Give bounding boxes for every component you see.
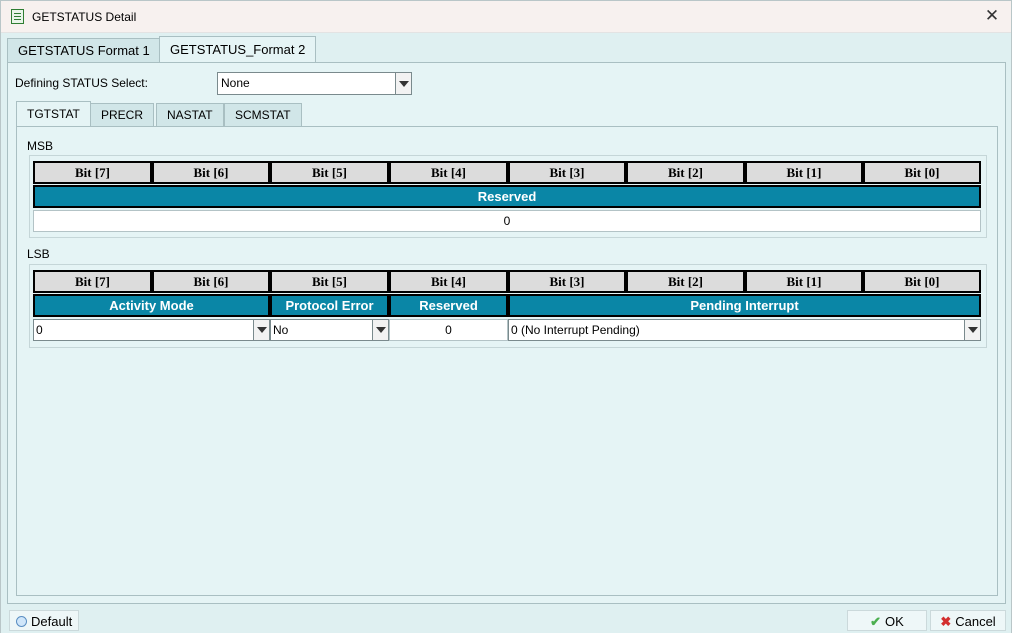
ok-button[interactable]: ✔ OK — [847, 610, 927, 631]
msb-reserved-field: Reserved — [33, 185, 981, 208]
lsb-bit-2: Bit [2] — [626, 270, 745, 293]
title-bar: GETSTATUS Detail ✕ — [1, 1, 1011, 33]
activity-mode-value: 0 — [36, 323, 43, 337]
tab-precr[interactable]: PRECR — [90, 103, 155, 126]
pending-interrupt-value: 0 (No Interrupt Pending) — [511, 323, 640, 337]
chevron-down-icon[interactable] — [964, 320, 980, 340]
close-icon[interactable]: ✕ — [981, 5, 1003, 27]
document-icon — [11, 9, 24, 24]
tab-scmstat[interactable]: SCMSTAT — [224, 103, 302, 126]
activity-mode-field: Activity Mode — [33, 294, 270, 317]
lsb-bit-1: Bit [1] — [745, 270, 863, 293]
msb-label: MSB — [27, 139, 54, 153]
ok-label: OK — [885, 614, 904, 629]
msb-bit-0: Bit [0] — [863, 161, 981, 184]
cancel-button[interactable]: ✖ Cancel — [930, 610, 1006, 631]
lsb-bit-0: Bit [0] — [863, 270, 981, 293]
lsb-bit-4: Bit [4] — [389, 270, 508, 293]
activity-mode-select[interactable]: 0 — [33, 319, 270, 341]
msb-bit-4: Bit [4] — [389, 161, 508, 184]
lsb-bit-5: Bit [5] — [270, 270, 389, 293]
tab-tgtstat[interactable]: TGTSTAT — [16, 101, 91, 126]
x-icon: ✖ — [940, 614, 952, 629]
protocol-error-select[interactable]: No — [270, 319, 389, 341]
tab-nastat[interactable]: NASTAT — [156, 103, 224, 126]
defining-status-select[interactable]: None — [217, 72, 412, 95]
pending-interrupt-select[interactable]: 0 (No Interrupt Pending) — [508, 319, 981, 341]
tab-getstatus-format-2[interactable]: GETSTATUS_Format 2 — [159, 36, 317, 62]
check-icon: ✔ — [870, 614, 882, 629]
msb-bit-7: Bit [7] — [33, 161, 152, 184]
msb-reserved-value[interactable]: 0 — [33, 210, 981, 232]
cancel-label: Cancel — [955, 614, 996, 629]
chevron-down-icon[interactable] — [372, 320, 388, 340]
default-button[interactable]: Default — [9, 610, 80, 631]
defining-status-value: None — [221, 76, 250, 90]
protocol-error-field: Protocol Error — [270, 294, 389, 317]
lsb-reserved-value[interactable]: 0 — [389, 319, 508, 341]
lsb-bit-7: Bit [7] — [33, 270, 152, 293]
circle-icon — [16, 616, 27, 627]
msb-bit-3: Bit [3] — [508, 161, 626, 184]
lsb-reserved-field: Reserved — [389, 294, 508, 317]
lsb-label: LSB — [27, 247, 50, 261]
pending-interrupt-field: Pending Interrupt — [508, 294, 981, 317]
default-label: Default — [31, 614, 73, 629]
chevron-down-icon[interactable] — [395, 73, 411, 94]
msb-bit-1: Bit [1] — [745, 161, 863, 184]
dialog-window: GETSTATUS Detail ✕ GETSTATUS Format 1 GE… — [0, 0, 1012, 633]
defining-status-label: Defining STATUS Select: — [15, 76, 148, 90]
msb-bit-2: Bit [2] — [626, 161, 745, 184]
protocol-error-value: No — [273, 323, 289, 337]
chevron-down-icon[interactable] — [253, 320, 269, 340]
window-title: GETSTATUS Detail — [32, 10, 137, 24]
lsb-bit-6: Bit [6] — [152, 270, 270, 293]
msb-bit-5: Bit [5] — [270, 161, 389, 184]
lsb-bit-3: Bit [3] — [508, 270, 626, 293]
tab-getstatus-format-1[interactable]: GETSTATUS Format 1 — [7, 38, 161, 62]
msb-bit-6: Bit [6] — [152, 161, 270, 184]
